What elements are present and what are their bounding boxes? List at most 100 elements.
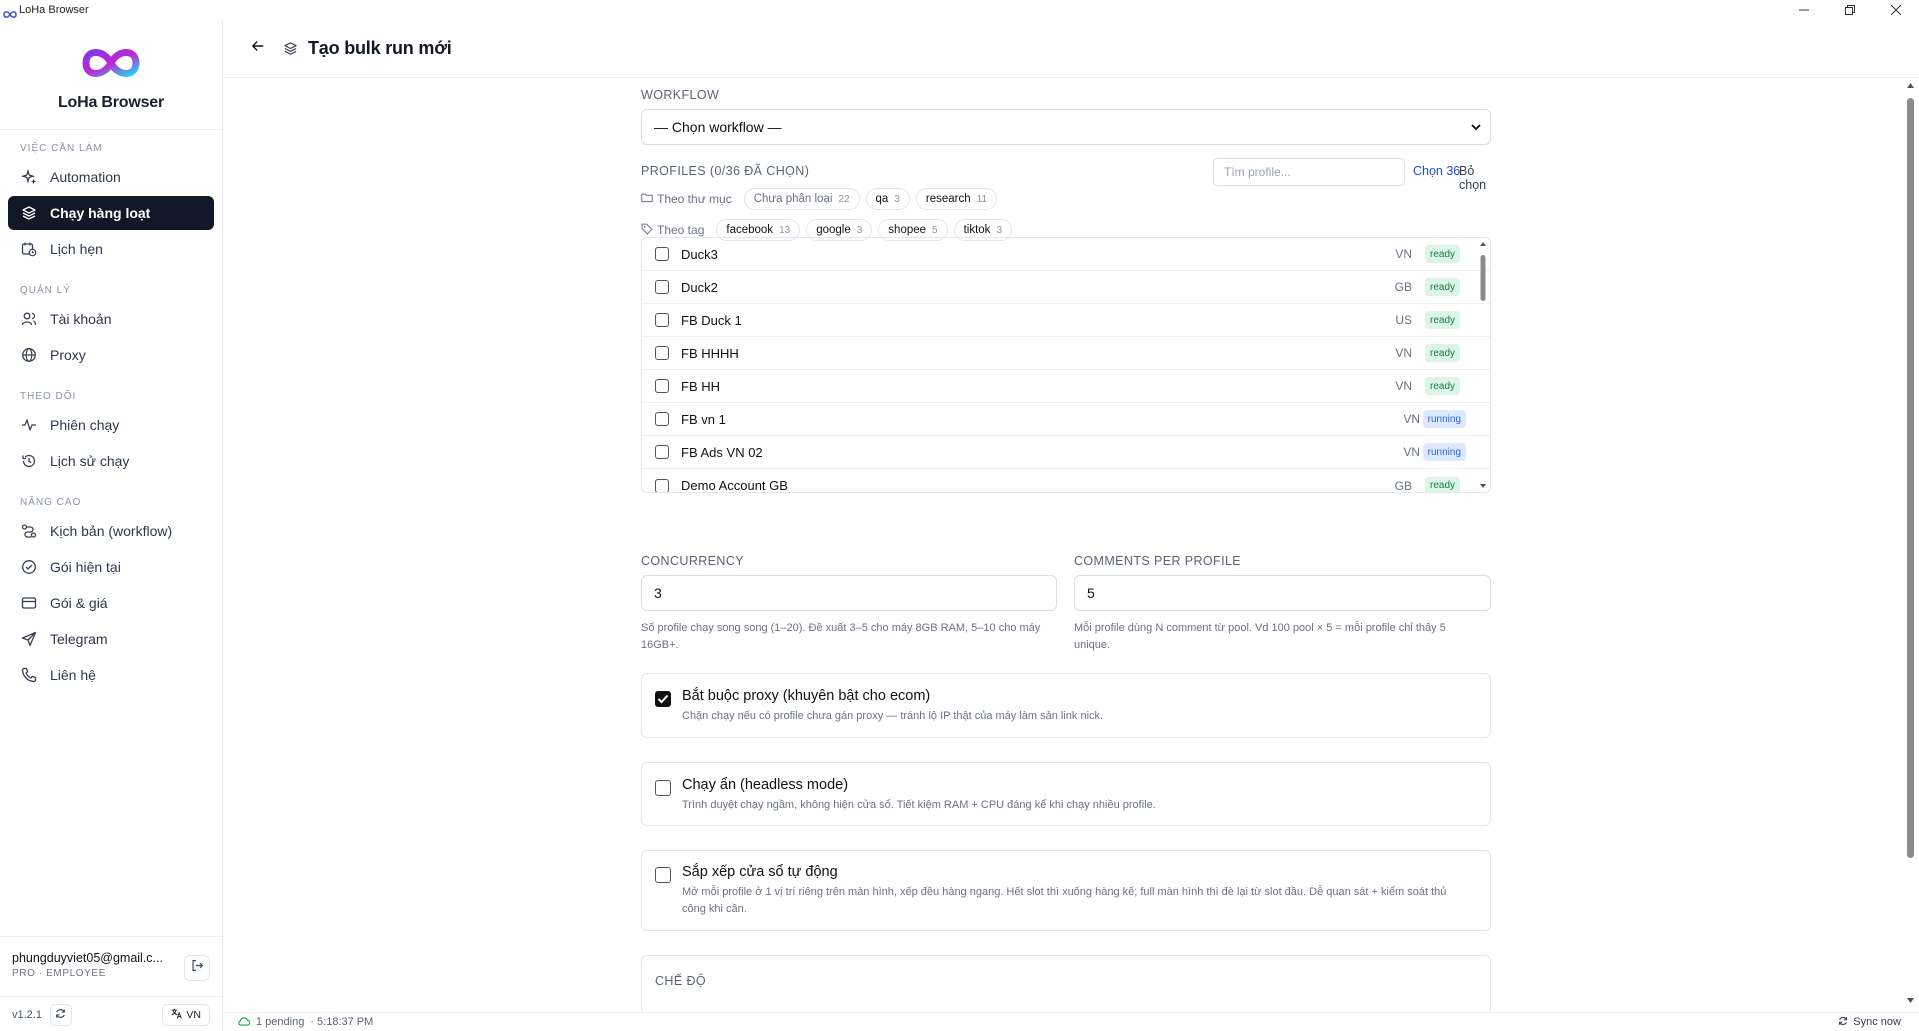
folder-chip[interactable]: qa 3 [865, 188, 910, 210]
profile-search-input[interactable]: Tìm profile... [1213, 158, 1405, 186]
restore-button[interactable] [1827, 0, 1873, 20]
sidebar-item-sessions[interactable]: Phiên chạy [8, 408, 214, 442]
sidebar-item-bulk-run[interactable]: Chạy hàng loạt [8, 196, 214, 230]
workflow-select[interactable]: — Chọn workflow — [641, 109, 1491, 145]
calendar-clock-icon [20, 240, 38, 258]
profile-checkbox[interactable] [655, 412, 669, 426]
profile-checkbox[interactable] [655, 247, 669, 261]
folder-chip[interactable]: research 11 [915, 188, 998, 210]
nav-section-label: THEO DÕI [20, 390, 77, 402]
sidebar-item-schedule[interactable]: Lịch hẹn [8, 232, 214, 266]
headless-checkbox[interactable] [655, 780, 671, 796]
layers-icon [20, 204, 38, 222]
main-content: WORKFLOW — Chọn workflow — PROFILES (0/3… [223, 78, 1902, 1012]
comments-per-profile-input[interactable]: 5 [1074, 575, 1491, 611]
deselect-button[interactable]: Bỏ chọn [1459, 164, 1491, 192]
chip-count: 5 [932, 224, 938, 236]
page-title: Tạo bulk run mới [308, 38, 452, 58]
profile-checkbox[interactable] [655, 445, 669, 459]
chip-label: facebook [726, 224, 774, 236]
profile-row[interactable]: FB Duck 1 US ready [642, 304, 1490, 337]
sparkle-icon [20, 168, 38, 186]
chip-label: google [816, 224, 851, 236]
profile-name: FB vn 1 [681, 411, 726, 427]
language-label: VN [186, 1009, 201, 1021]
history-icon [20, 452, 38, 470]
status-badge: running [1422, 410, 1466, 428]
sidebar-item-contact[interactable]: Liên hệ [8, 658, 214, 692]
chip-label: Chưa phân loại [753, 193, 833, 205]
language-switcher[interactable]: VN [162, 1004, 210, 1026]
scrollbar-thumb[interactable] [1907, 98, 1914, 858]
sidebar-item-workflow[interactable]: Kịch bản (workflow) [8, 514, 214, 548]
profile-row[interactable]: Duck2 GB ready [642, 271, 1490, 304]
option-description: Chặn chạy nếu có profile chưa gán proxy … [682, 710, 1104, 722]
profile-name: Duck3 [681, 246, 718, 262]
status-bar: 1 pending · 5:18:37 PM Sync now [223, 1012, 1919, 1031]
profile-list-scrollbar[interactable] [1478, 238, 1488, 492]
sidebar-item-automation[interactable]: Automation [8, 160, 214, 194]
page-header: Tạo bulk run mới [223, 20, 1919, 78]
translate-icon [171, 1008, 183, 1022]
profile-checkbox[interactable] [655, 280, 669, 294]
minimize-button[interactable] [1781, 0, 1827, 20]
sidebar-item-label: Telegram [50, 631, 108, 647]
refresh-icon [1838, 1016, 1848, 1029]
folder-chip[interactable]: Chưa phân loại 22 [743, 188, 860, 210]
sidebar-item-telegram[interactable]: Telegram [8, 622, 214, 656]
tag-filter-label: Theo tag [641, 223, 704, 238]
profile-row[interactable]: FB HHHH VN ready [642, 337, 1490, 370]
profile-row[interactable]: FB Ads VN 02 VN running [642, 436, 1490, 469]
back-button[interactable] [249, 40, 267, 58]
auto-arrange-checkbox[interactable] [655, 867, 671, 883]
user-email: phungduyviet05@gmail.c... [12, 951, 163, 965]
chip-label: shopee [888, 224, 927, 236]
workflow-select-value: — Chọn workflow — [654, 119, 782, 135]
select-all-button[interactable]: Chọn 36 [1413, 164, 1460, 178]
concurrency-input[interactable]: 3 [641, 575, 1057, 611]
profile-row[interactable]: Duck3 VN ready [642, 238, 1490, 271]
option-title: Chạy ẩn (headless mode) [682, 777, 849, 793]
logout-button[interactable] [184, 955, 210, 981]
brand-name: LoHa Browser [57, 94, 165, 111]
require-proxy-checkbox[interactable] [655, 691, 671, 707]
logout-icon [191, 959, 204, 977]
close-window-button[interactable] [1873, 0, 1919, 20]
sidebar-item-proxy[interactable]: Proxy [8, 338, 214, 372]
chip-count: 22 [838, 193, 850, 205]
sync-now-button[interactable]: Sync now [1838, 1016, 1901, 1029]
option-description: Trình duyệt chạy ngầm, không hiện cửa sổ… [682, 799, 1156, 811]
profile-checkbox[interactable] [655, 346, 669, 360]
require-proxy-option[interactable]: Bắt buộc proxy (khuyên bật cho ecom) Chặ… [641, 673, 1491, 738]
chip-label: research [925, 193, 971, 205]
profile-checkbox[interactable] [655, 478, 669, 492]
sidebar-item-current-plan[interactable]: Gói hiện tại [8, 550, 214, 584]
sidebar-item-accounts[interactable]: Tài khoản [8, 302, 214, 336]
profile-checkbox[interactable] [655, 379, 669, 393]
user-card: phungduyviet05@gmail.c... PRO · EMPLOYEE [0, 936, 222, 996]
status-badge: ready [1424, 377, 1460, 395]
sidebar-item-run-history[interactable]: Lịch sử chạy [8, 444, 214, 478]
profile-name: FB Ads VN 02 [681, 444, 763, 460]
chip-count: 11 [976, 193, 988, 205]
profile-row[interactable]: FB HH VN ready [642, 370, 1490, 403]
profile-row[interactable]: Demo Account GB GB ready [642, 469, 1490, 492]
send-icon [20, 630, 38, 648]
folder-filter-text: Theo thư mục [657, 192, 732, 206]
profile-country: VN [1403, 445, 1420, 459]
main-scrollbar[interactable] [1902, 78, 1919, 1012]
folder-icon [641, 192, 653, 206]
chip-count: 3 [996, 224, 1002, 236]
profile-name: FB HHHH [681, 345, 739, 361]
headless-option[interactable]: Chạy ẩn (headless mode) Trình duyệt chạy… [641, 762, 1491, 826]
chip-label: tiktok [963, 224, 991, 236]
auto-arrange-windows-option[interactable]: Sắp xếp cửa sổ tự động Mở mỗi profile ở … [641, 850, 1491, 931]
sidebar-item-label: Chạy hàng loạt [50, 205, 151, 221]
check-update-button[interactable] [49, 1003, 72, 1026]
profile-row[interactable]: FB vn 1 VN running [642, 403, 1490, 436]
sidebar-footer: v1.2.1 VN [0, 996, 222, 1031]
profile-checkbox[interactable] [655, 313, 669, 327]
sidebar-item-label: Phiên chạy [50, 417, 120, 433]
cloud-icon [237, 1016, 251, 1029]
sidebar-item-pricing[interactable]: Gói & giá [8, 586, 214, 620]
